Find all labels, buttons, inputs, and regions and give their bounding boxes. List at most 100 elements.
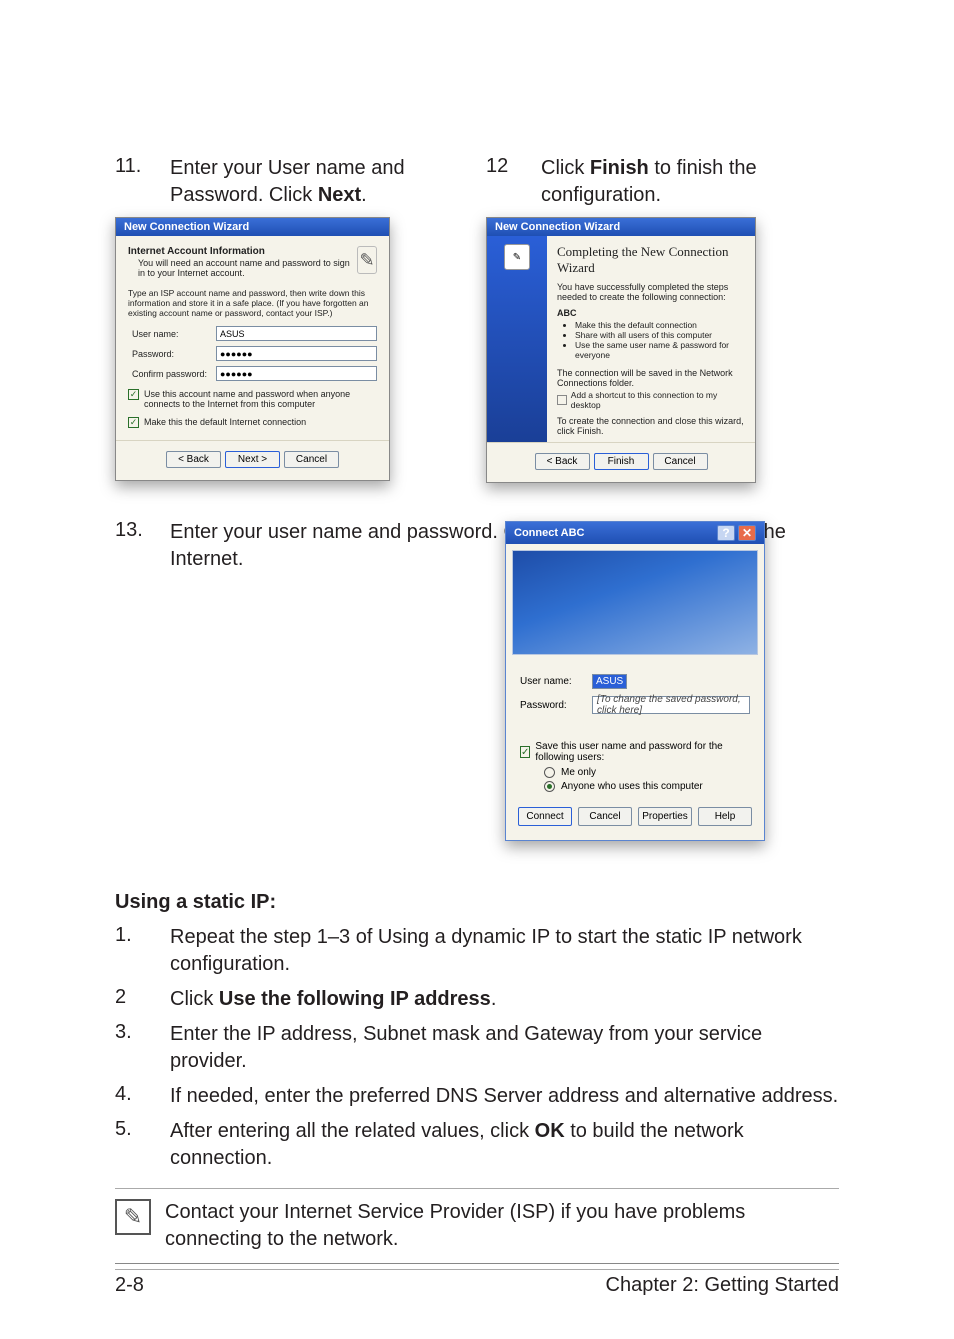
step-text: Enter your User name and Password. Click…: [170, 155, 468, 209]
static-step: 2Click Use the following IP address.: [115, 986, 839, 1013]
step-number: 11.: [115, 155, 170, 178]
help-button[interactable]: Help: [698, 807, 752, 826]
dialog-hero-image: [512, 550, 758, 655]
checkbox-icon[interactable]: ✓: [128, 389, 139, 400]
confirm-label: Confirm password:: [132, 369, 208, 379]
radio-label: Me only: [561, 767, 596, 778]
username-input[interactable]: [216, 326, 377, 341]
list-item: Share with all users of this computer: [575, 330, 745, 340]
t: Enter your User name and Password. Click: [170, 157, 405, 206]
radio-label: Anyone who uses this computer: [561, 781, 703, 792]
dialog-title: Connect ABC: [514, 527, 584, 539]
dialog-body: Internet Account Information You will ne…: [116, 236, 389, 440]
back-button[interactable]: < Back: [166, 451, 221, 468]
t: .: [491, 988, 497, 1010]
help-icon[interactable]: ?: [717, 525, 735, 541]
static-ip-list: 1.Repeat the step 1–3 of Using a dynamic…: [115, 924, 839, 1172]
t: .: [361, 184, 367, 206]
t: Click: [541, 157, 590, 179]
step-number: 3.: [115, 1021, 170, 1044]
dialog-warning: Type an ISP account name and password, t…: [128, 288, 377, 318]
checkbox-icon[interactable]: ✓: [128, 417, 139, 428]
checkbox-label: Save this user name and password for the…: [535, 741, 750, 763]
pencil-icon: ✎: [115, 1199, 151, 1235]
step-12-col: 12 Click Finish to finish the configurat…: [486, 155, 839, 483]
step-number: 1.: [115, 924, 170, 947]
static-step: 3.Enter the IP address, Subnet mask and …: [115, 1021, 839, 1075]
static-step: 4.If needed, enter the preferred DNS Ser…: [115, 1083, 839, 1110]
static-ip-heading: Using a static IP:: [115, 891, 839, 914]
close-icon[interactable]: ✕: [738, 525, 756, 541]
step-12: 12 Click Finish to finish the configurat…: [486, 155, 839, 209]
step-text: Enter the IP address, Subnet mask and Ga…: [170, 1021, 839, 1075]
page-number: 2-8: [115, 1274, 144, 1297]
t: After entering all the related values, c…: [170, 1120, 535, 1142]
separator: [115, 1188, 839, 1189]
dialog-subheading: You will need an account name and passwo…: [138, 258, 357, 278]
cancel-button[interactable]: Cancel: [578, 807, 632, 826]
steps-row-top: 11. Enter your User name and Password. C…: [115, 155, 839, 483]
wizard-icon: ✎: [357, 246, 377, 274]
chapter-title: Chapter 2: Getting Started: [606, 1274, 839, 1297]
step-number: 5.: [115, 1118, 170, 1141]
checkbox-label: Make this the default Internet connectio…: [144, 417, 306, 427]
bold: Next: [318, 184, 361, 206]
step-text: Repeat the step 1–3 of Using a dynamic I…: [170, 924, 839, 978]
next-button[interactable]: Next >: [225, 451, 280, 468]
complete-desc: You have successfully completed the step…: [557, 282, 745, 302]
step-number: 4.: [115, 1083, 170, 1106]
t: Enter your user name and password. Click: [170, 521, 552, 543]
step-number: 13.: [115, 519, 170, 542]
close-note: To create the connection and close this …: [557, 416, 745, 436]
step-number: 2: [115, 986, 170, 1009]
dialog-title: New Connection Wizard: [116, 218, 389, 236]
radio-icon[interactable]: [544, 767, 555, 778]
radio-icon[interactable]: [544, 781, 555, 792]
bold: OK: [535, 1120, 565, 1142]
static-step: 5.After entering all the related values,…: [115, 1118, 839, 1172]
properties-button[interactable]: Properties: [638, 807, 692, 826]
wizard-complete-dialog: New Connection Wizard ✎ Completing the N…: [486, 217, 756, 483]
back-button[interactable]: < Back: [535, 453, 590, 470]
t: Click: [170, 988, 219, 1010]
step-text: Click Finish to finish the configuration…: [541, 155, 839, 209]
wizard-icon: ✎: [504, 244, 530, 270]
cancel-button[interactable]: Cancel: [284, 451, 339, 468]
wizard-account-dialog: New Connection Wizard Internet Account I…: [115, 217, 390, 481]
password-label: Password:: [132, 349, 208, 359]
checkbox-icon[interactable]: [557, 395, 567, 405]
username-label: User name:: [132, 329, 208, 339]
step-text: If needed, enter the preferred DNS Serve…: [170, 1083, 839, 1110]
step-11: 11. Enter your User name and Password. C…: [115, 155, 468, 209]
username-label: User name:: [520, 676, 582, 687]
step-text: Click Use the following IP address.: [170, 986, 839, 1013]
dialog-heading: Internet Account Information: [128, 246, 265, 257]
static-step: 1.Repeat the step 1–3 of Using a dynamic…: [115, 924, 839, 978]
connect-dialog: Connect ABC ? ✕ User name: ASUS Password…: [505, 521, 765, 841]
step-text: After entering all the related values, c…: [170, 1118, 839, 1172]
note-block: ✎ Contact your Internet Service Provider…: [115, 1199, 839, 1253]
connection-name: ABC: [557, 308, 745, 318]
password-input[interactable]: [216, 346, 377, 361]
checkbox-label: Add a shortcut to this connection to my …: [571, 390, 745, 410]
page-footer: 2-8 Chapter 2: Getting Started: [115, 1263, 839, 1297]
list-item: Make this the default connection: [575, 320, 745, 330]
connect-button[interactable]: Connect: [518, 807, 572, 826]
cancel-button[interactable]: Cancel: [653, 453, 708, 470]
password-input[interactable]: [To change the saved password, click her…: [592, 696, 750, 714]
confirm-input[interactable]: [216, 366, 377, 381]
step-13-row: 13. Enter your user name and password. C…: [115, 519, 839, 869]
list-item: Use the same user name & password for ev…: [575, 340, 745, 360]
username-input[interactable]: ASUS: [592, 674, 627, 689]
saved-note: The connection will be saved in the Netw…: [557, 368, 745, 388]
step-11-col: 11. Enter your User name and Password. C…: [115, 155, 468, 483]
bold: Finish: [590, 157, 649, 179]
checkbox-icon[interactable]: ✓: [520, 746, 530, 758]
bold: Use the following IP address: [219, 988, 491, 1010]
step-number: 12: [486, 155, 541, 178]
finish-button[interactable]: Finish: [594, 453, 649, 470]
checkbox-label: Use this account name and password when …: [144, 389, 377, 409]
dialog-title: New Connection Wizard: [487, 218, 755, 236]
note-text: Contact your Internet Service Provider (…: [165, 1199, 839, 1253]
password-label: Password:: [520, 700, 582, 711]
